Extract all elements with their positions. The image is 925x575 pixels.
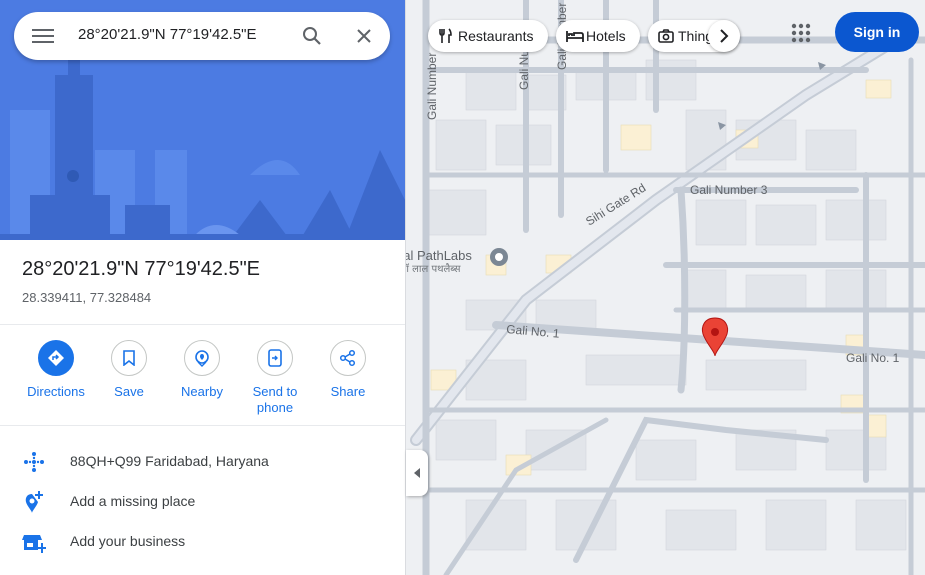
directions-icon <box>48 350 64 366</box>
chip-restaurants[interactable]: Restaurants <box>428 20 548 52</box>
divider <box>0 324 405 325</box>
send-to-phone-button[interactable]: Send to phone <box>239 340 311 416</box>
apps-grid-icon <box>791 23 811 43</box>
chevron-right-icon <box>720 29 729 43</box>
close-icon <box>357 29 371 43</box>
hotel-icon <box>566 28 584 44</box>
add-missing-place-row[interactable]: Add a missing place <box>0 482 405 522</box>
share-circle <box>330 340 366 376</box>
add-missing-place-text: Add a missing place <box>70 493 196 509</box>
divider <box>0 425 405 426</box>
add-place-icon <box>22 490 46 514</box>
share-button[interactable]: Share <box>312 340 384 400</box>
apps-grid-button[interactable] <box>790 22 812 44</box>
road-label-gali-number-vertical: Gali Number <box>425 53 439 120</box>
chip-hotels[interactable]: Hotels <box>556 20 640 52</box>
send-to-phone-circle <box>257 340 293 376</box>
directions-label: Directions <box>27 384 85 399</box>
road-label-gali-1-right: Gali No. 1 <box>846 351 900 365</box>
add-business-icon <box>22 530 46 554</box>
chips-next-button[interactable] <box>708 20 740 52</box>
camera-icon <box>658 28 674 44</box>
action-bar: Directions Save Nearby Send to phone Sha… <box>0 340 405 420</box>
add-business-row[interactable]: Add your business <box>0 522 405 562</box>
plus-code-text: 88QH+Q99 Faridabad, Haryana <box>70 453 269 469</box>
map-canvas[interactable]: Sihi Gate Rd Gali Number 3 Gali No. 1 Ga… <box>406 0 925 575</box>
save-button[interactable]: Save <box>93 340 165 400</box>
place-panel: 28°20'21.9"N 77°19'42.5"E 28.339411, 77.… <box>0 0 406 575</box>
collapse-panel-button[interactable] <box>406 450 428 496</box>
add-business-text: Add your business <box>70 533 186 549</box>
menu-icon[interactable] <box>32 26 54 46</box>
send-to-phone-label: Send to phone <box>252 384 298 415</box>
plus-code-row[interactable]: 88QH+Q99 Faridabad, Haryana <box>0 442 405 482</box>
directions-circle <box>38 340 74 376</box>
save-circle <box>111 340 147 376</box>
search-icon <box>303 27 321 45</box>
plus-code-icon <box>22 450 46 474</box>
share-icon <box>339 349 356 367</box>
search-box[interactable]: 28°20'21.9"N 77°19'42.5"E <box>14 12 390 60</box>
nearby-label: Nearby <box>181 384 223 399</box>
decimal-coordinates: 28.339411, 77.328484 <box>22 290 152 305</box>
road-label-gali-3: Gali Number 3 <box>690 183 768 197</box>
bookmark-icon <box>123 350 135 366</box>
share-label: Share <box>330 384 366 399</box>
restaurant-icon <box>438 28 454 44</box>
place-title: 28°20'21.9"N 77°19'42.5"E <box>22 258 261 280</box>
close-button[interactable] <box>352 24 376 48</box>
sign-in-button[interactable]: Sign in <box>835 12 919 52</box>
chip-label: Hotels <box>586 28 626 44</box>
map-tiles: Sihi Gate Rd Gali Number 3 Gali No. 1 Ga… <box>406 0 925 575</box>
chip-label: Restaurants <box>458 28 534 44</box>
send-to-phone-icon <box>268 349 282 367</box>
nearby-circle <box>184 340 220 376</box>
nearby-icon <box>195 350 209 367</box>
save-label: Save <box>114 384 144 399</box>
nearby-button[interactable]: Nearby <box>166 340 238 400</box>
directions-button[interactable]: Directions <box>20 340 92 400</box>
poi-local-name: डॉ लाल पथलैब्स <box>406 263 461 275</box>
caret-left-icon <box>414 468 420 478</box>
search-input[interactable]: 28°20'21.9"N 77°19'42.5"E <box>78 26 257 43</box>
poi-name: Lal PathLabs <box>406 248 472 263</box>
search-button[interactable] <box>300 24 324 48</box>
